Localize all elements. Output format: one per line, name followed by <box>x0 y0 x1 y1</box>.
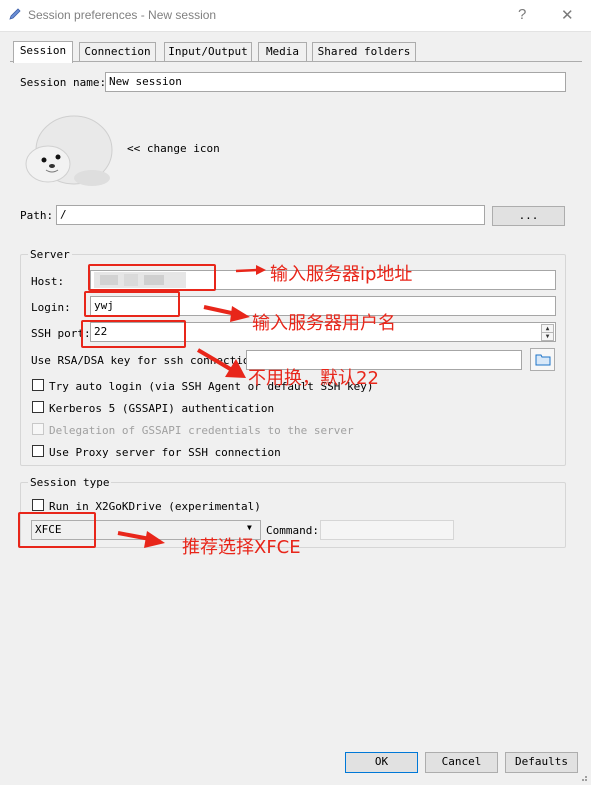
type-arrow-icon <box>117 531 165 548</box>
port-annotation: 不用换，默认22 <box>248 368 379 389</box>
cancel-button[interactable]: Cancel <box>425 752 498 773</box>
port-arrow-icon <box>196 348 246 378</box>
host-arrow-icon <box>235 265 266 275</box>
annotation-arrows <box>117 265 266 548</box>
session-type-annotation: 推荐选择XFCE <box>182 537 301 558</box>
tab-session[interactable]: Session <box>13 41 73 63</box>
ok-button[interactable]: OK <box>345 752 418 773</box>
resize-grip-icon[interactable] <box>578 772 588 782</box>
login-annotation: 输入服务器用户名 <box>252 313 396 334</box>
host-annotation: 输入服务器ip地址 <box>270 264 413 285</box>
defaults-button[interactable]: Defaults <box>505 752 578 773</box>
login-arrow-icon <box>203 305 250 322</box>
